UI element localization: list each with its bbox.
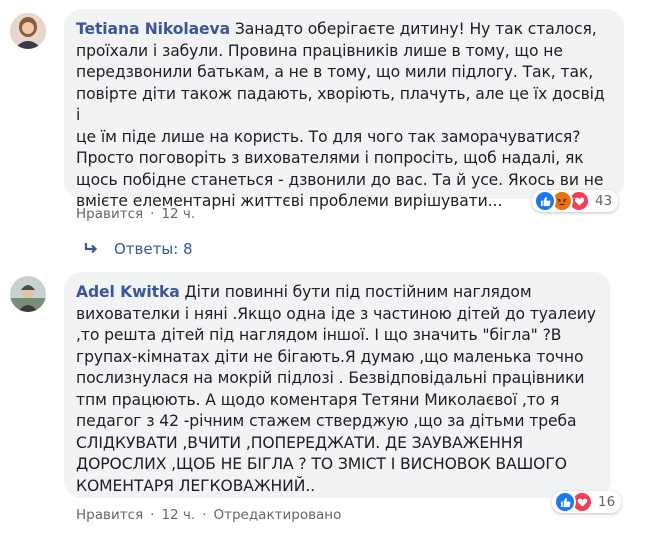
comment-meta: Нравится · 12 ч. · Отредактировано	[76, 507, 341, 523]
separator-dot: ·	[150, 206, 155, 222]
separator-dot: ·	[150, 507, 155, 523]
reaction-count: 43	[595, 193, 613, 209]
replies-count: Ответы: 8	[114, 240, 193, 258]
comment-author[interactable]: Adel Kwitka	[76, 283, 180, 301]
reaction-summary[interactable]: 43	[532, 190, 619, 212]
reaction-count: 16	[598, 494, 616, 510]
comment-text: Adel Kwitka Діти повинні бути під постій…	[76, 283, 596, 495]
like-icon	[534, 190, 556, 212]
timestamp[interactable]: 12 ч.	[161, 206, 195, 222]
comment-bubble: Adel Kwitka Діти повинні бути під постій…	[64, 272, 611, 498]
like-link[interactable]: Нравится	[76, 206, 143, 222]
comment-meta: Нравится · 12 ч.	[76, 206, 195, 222]
avatar-adel[interactable]	[10, 276, 46, 312]
timestamp[interactable]: 12 ч.	[161, 507, 195, 523]
comment-bubble: Tetiana Nikolaeva Занадто оберігаєте дит…	[64, 9, 624, 210]
separator-dot: ·	[202, 507, 207, 523]
comment-text: Tetiana Nikolaeva Занадто оберігаєте дит…	[76, 20, 605, 210]
like-link[interactable]: Нравится	[76, 507, 143, 523]
edited-label[interactable]: Отредактировано	[213, 507, 341, 523]
comment-author[interactable]: Tetiana Nikolaeva	[76, 20, 230, 38]
view-replies-link[interactable]: Ответы: 8	[84, 240, 193, 258]
avatar-tetiana[interactable]	[10, 13, 46, 49]
reply-arrow-icon	[84, 242, 98, 256]
reaction-summary[interactable]: 16	[552, 491, 622, 513]
like-icon	[554, 491, 576, 513]
